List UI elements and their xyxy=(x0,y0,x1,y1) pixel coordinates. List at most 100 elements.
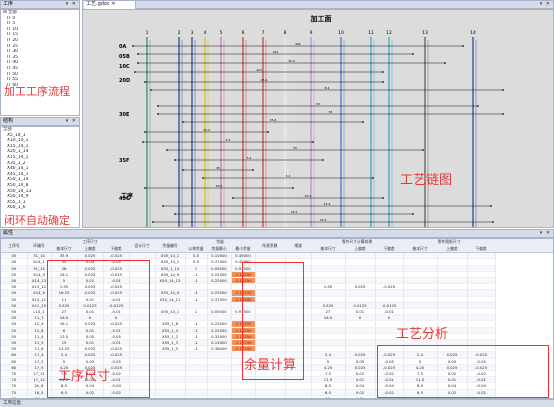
column-label: 11 xyxy=(368,30,374,36)
segment-label: 55 xyxy=(293,146,297,150)
segment-end xyxy=(312,141,314,143)
group-allowance: 余量 xyxy=(216,239,224,244)
segment-label: 49.9 xyxy=(216,184,223,188)
segment-label: 25.4 xyxy=(261,78,268,82)
segment-start xyxy=(157,105,159,107)
segment-label: 78.3 xyxy=(291,210,298,214)
process-label: 工序 xyxy=(121,192,133,200)
segment-start xyxy=(132,45,134,47)
column-label: 6 xyxy=(242,30,245,36)
segment-label: 30.4 xyxy=(288,59,295,63)
structure-panel-title: 结构 ▾ ✕ xyxy=(0,117,80,126)
segment-end xyxy=(492,221,494,223)
doc-tabbar: 工艺.gdoc ✕ ▾ ✕ xyxy=(82,0,554,9)
column-header: 上偏差 xyxy=(446,246,458,251)
segment-label: 52 xyxy=(329,110,333,114)
group-result: 零件尺寸计算结果 xyxy=(341,239,373,244)
segment-start xyxy=(144,81,146,83)
segment-label: 35.4 xyxy=(320,218,327,222)
column-label: 1 xyxy=(146,30,149,36)
tree-root-label: 全部 xyxy=(8,10,17,15)
status-bar: 工序信息 xyxy=(0,399,554,407)
annotation-allow: 余量计算 xyxy=(244,358,297,373)
column-header: 所差系数 xyxy=(262,243,278,248)
segment-end xyxy=(292,187,294,189)
annotation-size: 工序尺寸 xyxy=(58,369,111,384)
canvas-title: 加工面 xyxy=(310,14,332,23)
segment-end xyxy=(322,159,324,161)
column-header: 余量最小 xyxy=(211,246,227,251)
process-chain-diagram[interactable]: 加工面1 2 3 4 5 6 7 8 9 10 11 12 13 140A05B10C20D30E35F4… xyxy=(83,10,553,227)
segment-end xyxy=(412,53,414,55)
doc-controls-icon[interactable]: ▾ ✕ xyxy=(540,1,551,8)
segment-end xyxy=(372,177,374,179)
segment-label: 54.4 xyxy=(324,202,331,206)
segment-start xyxy=(157,113,159,115)
segment-label: 4k4 xyxy=(256,68,262,72)
annotation-flow: 加工工序流程 xyxy=(4,85,70,98)
row-label: 10C xyxy=(119,64,130,70)
segment-start xyxy=(150,89,152,91)
column-header: 下偏差 xyxy=(110,246,122,251)
segment-end xyxy=(382,197,384,199)
segment-start xyxy=(144,187,146,189)
segment-start xyxy=(137,62,139,64)
table-controls-icon[interactable]: ▾ ✕ xyxy=(540,230,551,237)
column-label: 10 xyxy=(338,30,344,36)
segment-label: 5.4 xyxy=(226,138,231,142)
column-label: 8 xyxy=(284,30,287,36)
row-label: 30E xyxy=(119,112,130,118)
column-header: 基本尺寸 xyxy=(56,246,72,251)
doc-tab[interactable]: 工艺.gdoc ✕ xyxy=(84,1,136,9)
column-label: 5 xyxy=(220,30,223,36)
structure-controls-icon[interactable]: ▾ ✕ xyxy=(66,118,77,125)
column-header: 公称余量 xyxy=(188,246,204,251)
segment-label: 8.4 xyxy=(325,86,330,90)
segment-start xyxy=(202,177,204,179)
column-header: 基本尺寸 xyxy=(320,246,336,251)
segment-end xyxy=(362,121,364,123)
segment-end xyxy=(412,213,414,215)
tree-panel-title: 工序 ▾ ✕ xyxy=(0,0,80,9)
annotation-analysis: 工艺分析 xyxy=(396,327,449,342)
structure-item[interactable]: X60_1_6 xyxy=(1,205,79,211)
segment-end xyxy=(382,71,384,73)
chain-canvas[interactable]: 加工面 1 2 3 4 5 6 7 8 9 10 11 12 13 14 0A 05B 10C 20D 30E 35F 4… xyxy=(82,9,554,228)
column-header: 基本尺寸 xyxy=(412,246,428,251)
row-label: 05B xyxy=(119,54,130,60)
segment-label: 3k4 xyxy=(273,50,279,54)
segment-start xyxy=(232,197,234,199)
structure-title-text: 结构 xyxy=(3,118,14,124)
column-header: 最小余量 xyxy=(235,246,251,251)
column-header: 设计尺寸 xyxy=(134,243,150,248)
segment-start xyxy=(174,159,176,161)
segment-end xyxy=(462,45,464,47)
segment-label: 90k xyxy=(295,42,301,46)
group-design: 零件图纸尺寸 xyxy=(437,239,461,244)
column-label: 4 xyxy=(204,30,207,36)
segment-start xyxy=(182,121,184,123)
segment-label: 5.4 xyxy=(247,156,252,160)
status-text: 工序信息 xyxy=(3,401,21,406)
annotation-box-analysis xyxy=(377,345,549,398)
column-header: 上偏差 xyxy=(354,246,366,251)
annotation-chain: 工艺链图 xyxy=(400,173,453,188)
column-header: 余量编号 xyxy=(162,243,178,248)
row-label: 20D xyxy=(119,78,130,84)
segment-start xyxy=(152,221,154,223)
table-title-text: 属性 xyxy=(3,230,14,236)
segment-end xyxy=(502,113,504,115)
column-label: 13 xyxy=(422,30,428,36)
segment-start xyxy=(166,149,168,151)
table-header: 工序尺寸 余量 零件尺寸计算结果 零件图纸尺寸 工序号 环编号 基本尺寸 上偏差 下偏差 设计尺寸… xyxy=(1,239,553,253)
segment-label: 35.4 xyxy=(270,118,277,122)
segment-start xyxy=(134,71,136,73)
doc-tab-label: 工艺.gdoc xyxy=(86,1,110,7)
segment-label: 5.4 xyxy=(286,174,291,178)
segment-label: 55.4 xyxy=(305,194,312,198)
panel-controls-icon[interactable]: ▾ ✕ xyxy=(66,1,77,8)
column-label: 12 xyxy=(386,30,392,36)
segment-end xyxy=(252,169,254,171)
segment-end xyxy=(477,105,479,107)
segment-end xyxy=(422,149,424,151)
